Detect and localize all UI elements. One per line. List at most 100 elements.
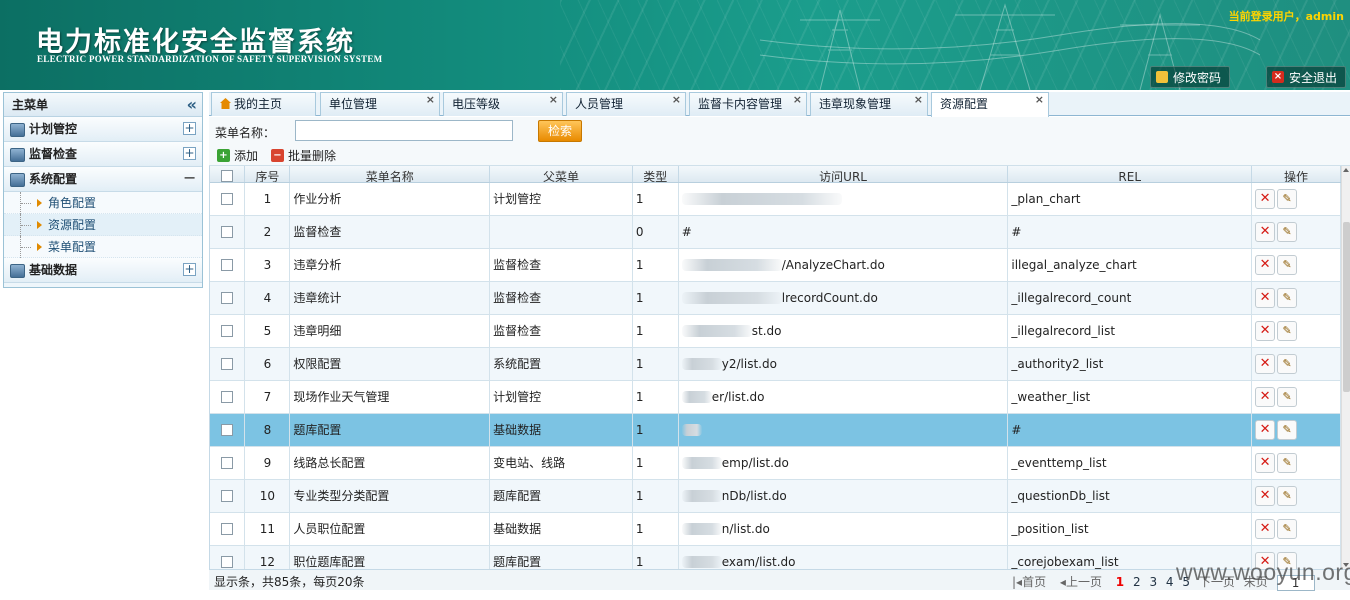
table-row[interactable]: 2 监督检查 0 # # ✕ ✎: [210, 215, 1341, 249]
sidebar-item-resource-config[interactable]: 资源配置: [4, 214, 202, 236]
row-checkbox[interactable]: [221, 325, 234, 337]
edit-row-button[interactable]: ✎: [1277, 254, 1298, 275]
edit-row-button[interactable]: ✎: [1277, 188, 1298, 209]
type-cell: 1: [632, 380, 679, 414]
tab-unit-management[interactable]: 单位管理 ×: [320, 92, 440, 116]
table-body: 1 作业分析 计划管控 1 _plan_chart ✕ ✎ 2 监督检查 0 # # ✕ ✎ 3 违章分析 监督…: [210, 182, 1341, 569]
sidebar-item-menu-config[interactable]: 菜单配置: [4, 236, 202, 258]
resource-table-container: 序号 菜单名称 父菜单 类型 访问URL REL 操作 1 作业分析 计划管控 1 _p…: [209, 166, 1341, 569]
close-tab-icon[interactable]: ×: [1035, 89, 1044, 111]
sidebar-item-role-config[interactable]: 角色配置: [4, 192, 202, 214]
table-row[interactable]: 9 线路总长配置 变电站、线路 1 emp/list.do _eventtemp_list…: [210, 446, 1341, 480]
close-tab-icon[interactable]: ×: [793, 89, 802, 111]
delete-row-button[interactable]: ✕: [1255, 287, 1276, 308]
logout-button[interactable]: × 安全退出: [1266, 66, 1346, 88]
type-cell: 1: [632, 248, 679, 282]
edit-row-button[interactable]: ✎: [1277, 452, 1298, 473]
tab-supervision-card[interactable]: 监督卡内容管理 ×: [689, 92, 807, 116]
url-text: emp/list.do: [721, 455, 789, 470]
page-link-current[interactable]: 1: [1116, 575, 1124, 589]
page-link[interactable]: 3: [1149, 575, 1157, 589]
delete-row-button[interactable]: ✕: [1255, 320, 1276, 341]
close-tab-icon[interactable]: ×: [426, 89, 435, 111]
edit-row-button[interactable]: ✎: [1277, 221, 1298, 242]
table-row[interactable]: 6 权限配置 系统配置 1 y2/list.do _authority2_list ✕ ✎: [210, 347, 1341, 381]
close-tab-icon[interactable]: ×: [672, 89, 681, 111]
row-select-cell: [210, 347, 246, 381]
expand-icon[interactable]: +: [183, 263, 196, 276]
menu-group-plan-control[interactable]: 计划管控 +: [4, 117, 202, 142]
row-checkbox[interactable]: [221, 226, 234, 238]
table-row[interactable]: 1 作业分析 计划管控 1 _plan_chart ✕ ✎: [210, 182, 1341, 216]
column-header: 类型: [632, 166, 679, 183]
row-checkbox[interactable]: [221, 193, 234, 205]
table-row[interactable]: 4 违章统计 监督检查 1 lrecordCount.do _illegalrecord_…: [210, 281, 1341, 315]
edit-row-button[interactable]: ✎: [1277, 287, 1298, 308]
prev-page-link[interactable]: ◂上一页: [1060, 575, 1107, 589]
row-checkbox[interactable]: [221, 490, 234, 502]
tab-personnel-management[interactable]: 人员管理 ×: [566, 92, 686, 116]
row-checkbox[interactable]: [221, 358, 234, 370]
table-row[interactable]: 10 专业类型分类配置 题库配置 1 nDb/list.do _questionDb_li…: [210, 479, 1341, 513]
page-link[interactable]: 4: [1166, 575, 1174, 589]
menu-group-system-config[interactable]: 系统配置 −: [4, 167, 202, 192]
page-link[interactable]: 2: [1133, 575, 1141, 589]
tab-violation-phenomena[interactable]: 违章现象管理 ×: [810, 92, 928, 116]
expand-icon[interactable]: +: [183, 122, 196, 135]
edit-row-button[interactable]: ✎: [1277, 518, 1298, 539]
delete-row-button[interactable]: ✕: [1255, 188, 1276, 209]
row-checkbox[interactable]: [221, 259, 234, 271]
row-checkbox[interactable]: [221, 292, 234, 304]
table-row[interactable]: 5 违章明细 监督检查 1 st.do _illegalrecord_list ✕ ✎: [210, 314, 1341, 348]
close-tab-icon[interactable]: ×: [549, 89, 558, 111]
table-scrollbar[interactable]: [1341, 166, 1350, 569]
table-row[interactable]: 12 职位题库配置 题库配置 1 exam/list.do _corejobexam_li…: [210, 545, 1341, 569]
row-checkbox[interactable]: [221, 424, 234, 436]
menu-name-cell: 权限配置: [289, 347, 491, 381]
close-tab-icon[interactable]: ×: [914, 89, 923, 111]
tab-home[interactable]: 我的主页: [211, 92, 316, 116]
collapse-icon[interactable]: −: [183, 170, 196, 186]
delete-row-button[interactable]: ✕: [1255, 419, 1276, 440]
scroll-thumb[interactable]: [1343, 222, 1350, 392]
row-select-cell: [210, 479, 246, 513]
batch-delete-button[interactable]: − 批量删除: [269, 147, 336, 165]
select-all-checkbox[interactable]: [221, 169, 234, 181]
edit-row-button[interactable]: ✎: [1277, 386, 1298, 407]
delete-row-button[interactable]: ✕: [1255, 254, 1276, 275]
edit-row-button[interactable]: ✎: [1277, 419, 1298, 440]
row-checkbox[interactable]: [221, 457, 234, 469]
delete-row-button[interactable]: ✕: [1255, 386, 1276, 407]
edit-row-button[interactable]: ✎: [1277, 485, 1298, 506]
delete-row-button[interactable]: ✕: [1255, 221, 1276, 242]
search-button[interactable]: 检索: [538, 120, 582, 142]
database-icon: [10, 148, 25, 162]
edit-row-button[interactable]: ✎: [1277, 320, 1298, 341]
row-checkbox[interactable]: [221, 556, 234, 568]
collapse-sidebar-icon[interactable]: «: [187, 93, 197, 117]
menu-name-input[interactable]: [295, 120, 513, 141]
url-cell: [678, 413, 1009, 447]
delete-row-button[interactable]: ✕: [1255, 518, 1276, 539]
add-label: 添加: [234, 149, 259, 163]
table-header-row: 序号 菜单名称 父菜单 类型 访问URL REL 操作: [210, 166, 1341, 183]
row-checkbox[interactable]: [221, 523, 234, 535]
tab-voltage-level[interactable]: 电压等级 ×: [443, 92, 563, 116]
menu-group-base-data[interactable]: 基础数据 +: [4, 258, 202, 283]
tab-resource-config[interactable]: 资源配置 ×: [931, 92, 1049, 117]
delete-row-button[interactable]: ✕: [1255, 353, 1276, 374]
delete-row-button[interactable]: ✕: [1255, 452, 1276, 473]
table-row[interactable]: 7 现场作业天气管理 计划管控 1 er/list.do _weather_list ✕ ✎: [210, 380, 1341, 414]
expand-icon[interactable]: +: [183, 147, 196, 160]
table-row[interactable]: 8 题库配置 基础数据 1 # ✕ ✎: [210, 413, 1341, 447]
row-checkbox[interactable]: [221, 391, 234, 403]
table-row[interactable]: 11 人员职位配置 基础数据 1 n/list.do _position_list ✕ ✎: [210, 512, 1341, 546]
first-page-link[interactable]: |◂首页: [1012, 575, 1051, 589]
scroll-up-icon[interactable]: [1343, 168, 1349, 172]
delete-row-button[interactable]: ✕: [1255, 485, 1276, 506]
change-password-button[interactable]: 修改密码: [1150, 66, 1230, 88]
table-row[interactable]: 3 违章分析 监督检查 1/AnalyzeChart.do illegal_analyz…: [210, 248, 1341, 282]
edit-row-button[interactable]: ✎: [1277, 353, 1298, 374]
add-button[interactable]: + 添加: [215, 147, 258, 165]
menu-group-supervision-check[interactable]: 监督检查 +: [4, 142, 202, 167]
